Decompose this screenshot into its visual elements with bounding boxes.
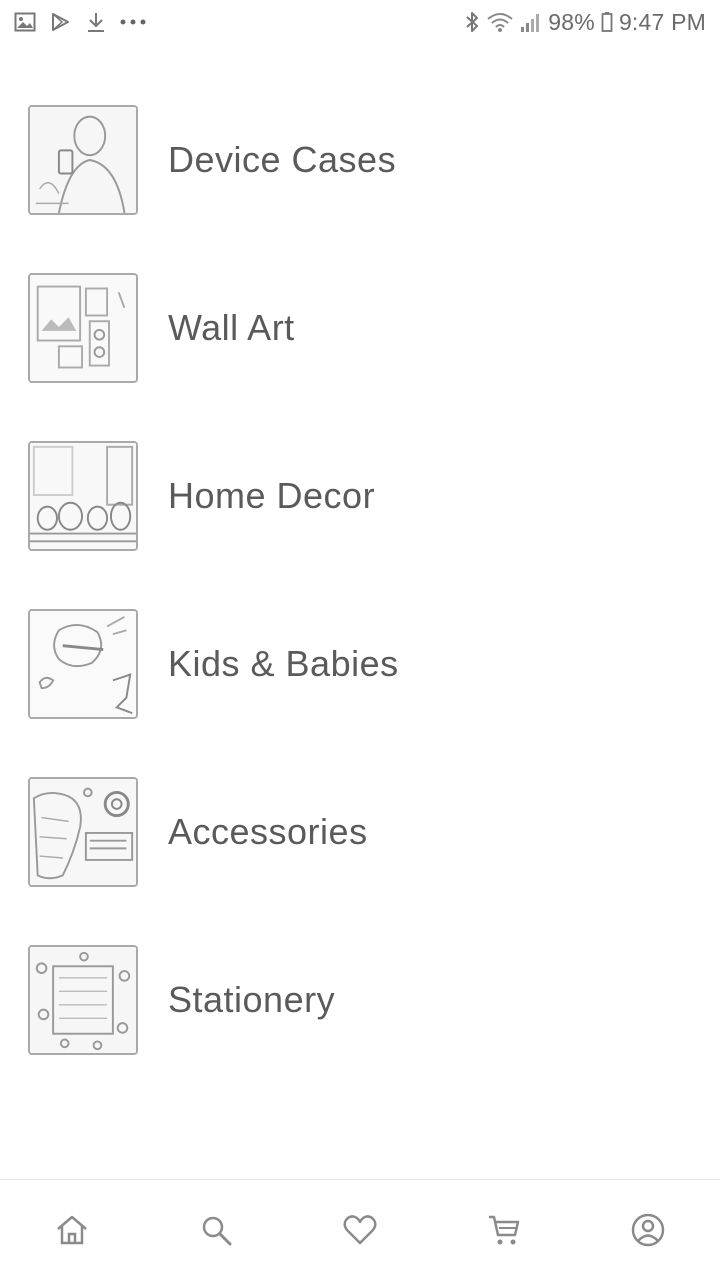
bottom-nav [0, 1179, 720, 1280]
cart-icon [489, 1215, 520, 1245]
clock: 9:47 PM [618, 8, 706, 35]
more-dots-icon [120, 18, 146, 26]
category-item-kids-babies[interactable]: Kids & Babies [0, 580, 720, 748]
category-label: Stationery [168, 979, 336, 1020]
battery-percent: 98% [548, 8, 595, 35]
wifi-icon [486, 11, 514, 33]
category-label: Wall Art [168, 307, 295, 348]
category-item-wall-art[interactable]: Wall Art [0, 244, 720, 412]
category-label: Accessories [168, 811, 368, 852]
status-bar: 98% 9:47 PM [0, 0, 720, 44]
account-icon [631, 1213, 665, 1247]
device-cases-thumbnail [28, 105, 138, 215]
nav-account[interactable] [608, 1190, 688, 1270]
nav-favorites[interactable] [320, 1190, 400, 1270]
status-right: 98% 9:47 PM [464, 9, 706, 36]
battery-icon [601, 11, 613, 33]
category-list: Device Cases Wall Art Home Decor Kids & … [0, 76, 720, 1084]
accessories-thumbnail [28, 777, 138, 887]
play-store-icon [50, 12, 72, 32]
download-icon [86, 11, 106, 33]
home-icon [57, 1215, 87, 1245]
search-icon [202, 1216, 232, 1246]
category-label: Home Decor [168, 475, 376, 516]
category-item-home-decor[interactable]: Home Decor [0, 412, 720, 580]
bluetooth-icon [464, 10, 480, 34]
nav-search[interactable] [176, 1190, 256, 1270]
category-label: Kids & Babies [168, 643, 399, 684]
nav-home[interactable] [32, 1190, 112, 1270]
category-item-device-cases[interactable]: Device Cases [0, 76, 720, 244]
stationery-thumbnail [28, 945, 138, 1055]
kids-babies-thumbnail [28, 609, 138, 719]
category-label: Device Cases [168, 139, 397, 180]
status-left [14, 11, 146, 33]
home-decor-thumbnail [28, 441, 138, 551]
signal-icon [520, 11, 542, 33]
app-screen: 98% 9:47 PM Device Cases Wall Art Home D… [0, 0, 720, 1280]
nav-cart[interactable] [464, 1190, 544, 1270]
image-icon [14, 12, 36, 32]
heart-icon [343, 1215, 377, 1245]
category-item-accessories[interactable]: Accessories [0, 748, 720, 916]
wall-art-thumbnail [28, 273, 138, 383]
category-item-stationery[interactable]: Stationery [0, 916, 720, 1084]
